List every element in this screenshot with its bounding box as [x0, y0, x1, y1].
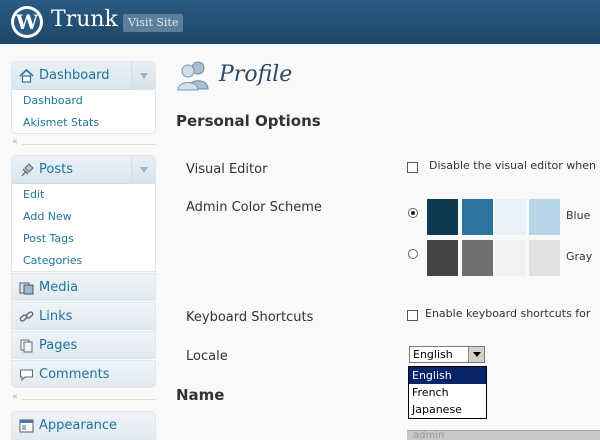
menu-head-dashboard[interactable]: Dashboard: [12, 62, 155, 90]
site-title[interactable]: Trunk: [51, 7, 118, 32]
locale-option-french[interactable]: French: [409, 384, 486, 401]
color-scheme-blue-label: Blue: [566, 209, 591, 222]
menu-media[interactable]: Media: [11, 273, 156, 301]
submenu-item-categories[interactable]: Categories: [12, 250, 155, 271]
menu-appearance[interactable]: Appearance: [11, 411, 156, 440]
menu-dashboard: Dashboard Dashboard Akismet Stats: [11, 61, 156, 134]
menu-separator: [22, 399, 156, 400]
swatch: [427, 240, 458, 276]
menu-comments[interactable]: Comments: [11, 360, 156, 388]
label-visual-editor: Visual Editor: [186, 162, 268, 177]
menu-label-pages: Pages: [39, 338, 78, 353]
menu-head-posts[interactable]: Posts: [12, 156, 155, 184]
menu-label-appearance: Appearance: [39, 418, 118, 433]
color-scheme-blue-radio[interactable]: [408, 208, 418, 218]
swatch: [529, 199, 560, 235]
page-title: Profile: [219, 62, 293, 87]
house-icon: [19, 69, 34, 83]
submenu-item-akismet-stats[interactable]: Akismet Stats: [12, 112, 155, 133]
wordpress-logo-icon: W: [11, 6, 43, 38]
users-icon: [177, 61, 209, 91]
submenu-item-add-new[interactable]: Add New: [12, 206, 155, 228]
pages-icon: [20, 339, 33, 353]
media-icon: [19, 282, 34, 295]
submenu-item-edit[interactable]: Edit: [12, 184, 155, 206]
menu-separator: [22, 144, 156, 145]
swatch: [462, 199, 493, 235]
section-title-personal-options: Personal Options: [176, 112, 321, 130]
menu-label-posts: Posts: [39, 162, 73, 177]
menu-pages[interactable]: Pages: [11, 331, 156, 359]
link-icon: [19, 311, 34, 322]
admin-header: W Trunk Visit Site: [0, 0, 600, 44]
chevron-down-icon[interactable]: [131, 62, 155, 90]
section-title-name: Name: [176, 386, 225, 404]
visual-editor-checkbox-label: Disable the visual editor when: [429, 159, 596, 172]
submenu-item-dashboard[interactable]: Dashboard: [12, 90, 155, 112]
collapse-arrow-icon[interactable]: «: [12, 392, 18, 402]
swatch: [495, 240, 526, 276]
swatch: [495, 199, 526, 235]
swatch: [427, 199, 458, 235]
label-admin-color-scheme: Admin Color Scheme: [186, 200, 322, 215]
menu-label-media: Media: [39, 280, 79, 295]
menu-posts: Posts Edit Add New Post Tags Categories: [11, 155, 156, 272]
locale-option-japanese[interactable]: Japanese: [409, 401, 486, 418]
appearance-icon: [19, 419, 34, 433]
locale-option-english[interactable]: English: [409, 367, 486, 384]
username-field[interactable]: admin: [407, 430, 600, 440]
label-locale: Locale: [186, 349, 228, 364]
color-scheme-gray-label: Gray: [566, 250, 593, 263]
comment-bubble-icon: [19, 369, 34, 382]
menu-label-comments: Comments: [39, 367, 110, 382]
collapse-arrow-icon[interactable]: «: [12, 137, 18, 147]
menu-label-dashboard: Dashboard: [39, 68, 110, 83]
locale-dropdown-list: English French Japanese: [408, 366, 487, 419]
pushpin-icon: [21, 163, 34, 177]
chevron-down-icon[interactable]: [468, 347, 484, 362]
swatch: [529, 240, 560, 276]
label-keyboard-shortcuts: Keyboard Shortcuts: [186, 310, 314, 325]
visual-editor-checkbox[interactable]: [407, 162, 418, 173]
username-field-value: admin: [413, 430, 445, 440]
menu-links[interactable]: Links: [11, 302, 156, 330]
color-scheme-gray-radio[interactable]: [408, 249, 418, 259]
chevron-down-icon[interactable]: [131, 156, 155, 184]
locale-select[interactable]: English: [409, 346, 485, 363]
submenu-item-post-tags[interactable]: Post Tags: [12, 228, 155, 250]
swatch: [462, 240, 493, 276]
locale-select-value: English: [413, 348, 453, 361]
visit-site-button[interactable]: Visit Site: [123, 14, 184, 32]
menu-label-links: Links: [39, 309, 73, 324]
keyboard-shortcuts-checkbox-label: Enable keyboard shortcuts for: [425, 307, 591, 320]
keyboard-shortcuts-checkbox[interactable]: [407, 310, 418, 321]
